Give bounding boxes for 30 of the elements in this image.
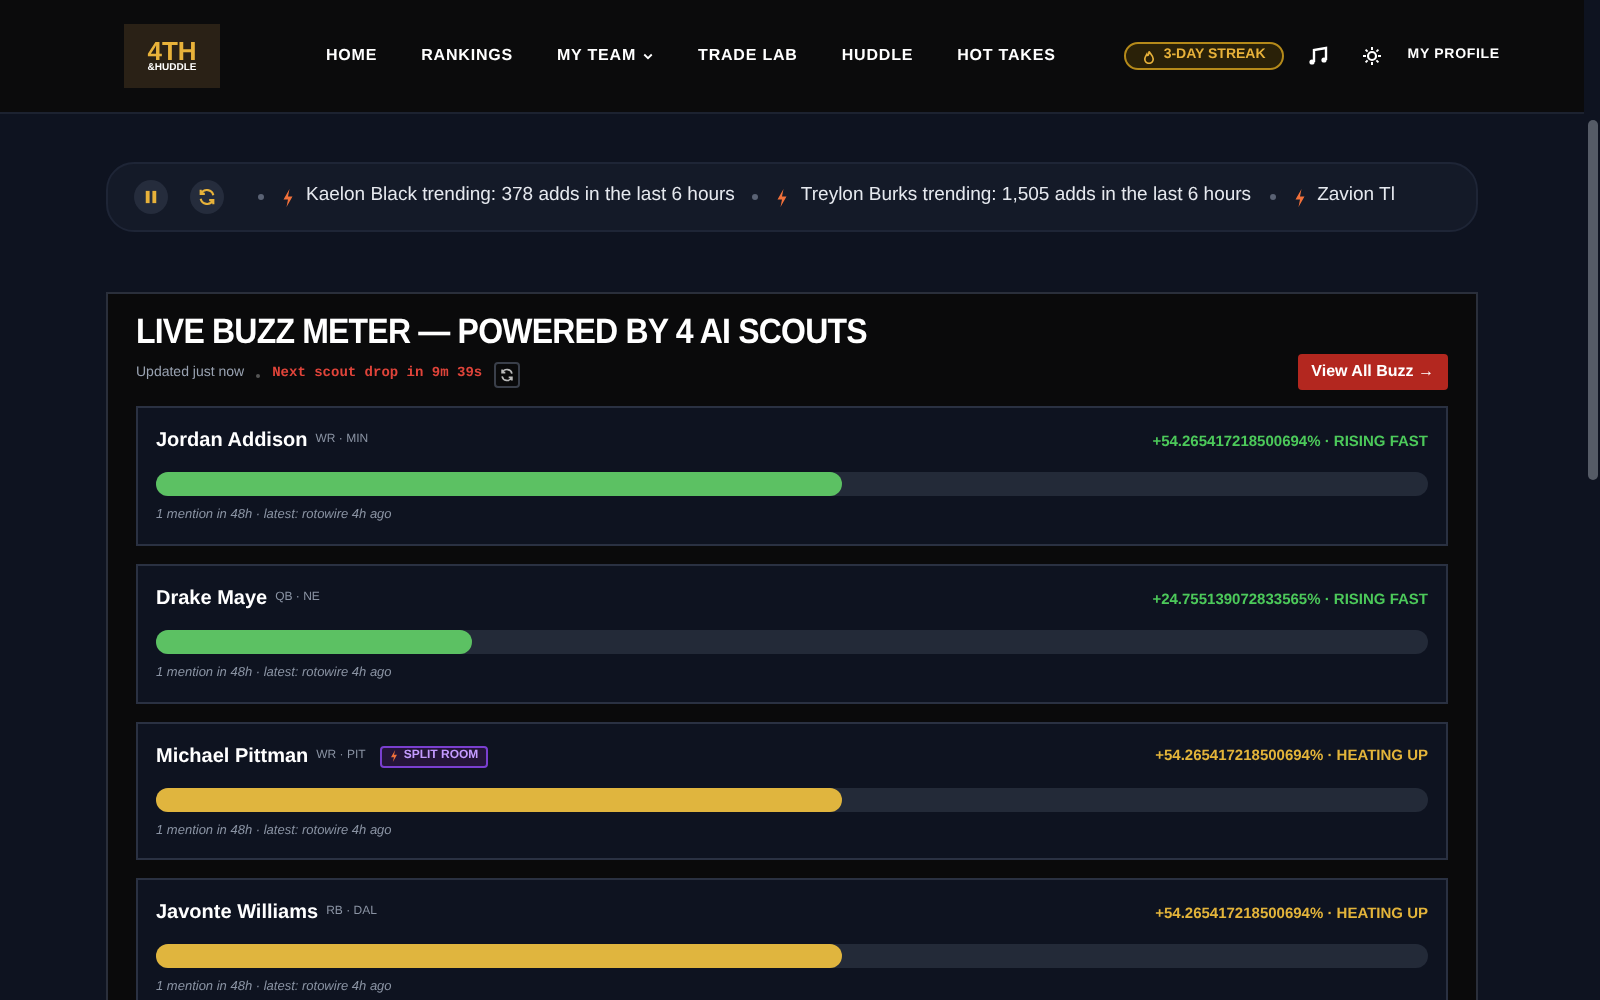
player-name: Javonte Williams <box>156 900 319 929</box>
music-icon[interactable] <box>1307 46 1328 66</box>
nav-link[interactable]: HOT TAKES <box>957 44 1056 68</box>
nav-link[interactable]: HUDDLE <box>841 44 914 68</box>
nav-link[interactable]: RANKINGS <box>421 44 513 68</box>
ticker-text: Treylon Burks trending: 1,505 adds in the last 6 hours <box>800 182 1252 211</box>
ticker-text: Zavion Tl <box>1317 182 1395 211</box>
lightning-icon <box>776 187 789 207</box>
pause-icon <box>144 190 158 204</box>
refresh-icon <box>500 368 515 382</box>
lightning-icon <box>1293 187 1306 207</box>
sun-icon[interactable] <box>1361 46 1382 66</box>
nav-link[interactable]: HOME <box>326 44 378 68</box>
scrollbar-thumb[interactable] <box>1588 120 1598 480</box>
refresh-button[interactable] <box>494 362 521 388</box>
player-name: Michael Pittman <box>156 743 309 771</box>
ticker-text: Kaelon Black trending: 378 adds in the last 6 hours <box>306 182 735 211</box>
view-all-button[interactable]: View All Buzz → <box>1297 354 1448 390</box>
pause-button[interactable] <box>134 180 168 214</box>
refresh-button[interactable] <box>190 180 224 214</box>
lightning-icon <box>389 750 398 762</box>
panel-title: LIVE BUZZ METER — POWERED BY 4 AI SCOUTS <box>136 316 867 352</box>
nav-link[interactable]: TRADE LAB <box>698 44 798 68</box>
nav-link[interactable]: MY TEAM <box>556 44 655 68</box>
lightning-icon <box>282 187 294 207</box>
player-name: Drake Maye <box>156 585 268 614</box>
chevron-down-icon <box>642 50 655 62</box>
flame-icon <box>1141 49 1156 63</box>
refresh-icon <box>198 188 216 206</box>
player-name: Jordan Addison <box>156 428 308 456</box>
